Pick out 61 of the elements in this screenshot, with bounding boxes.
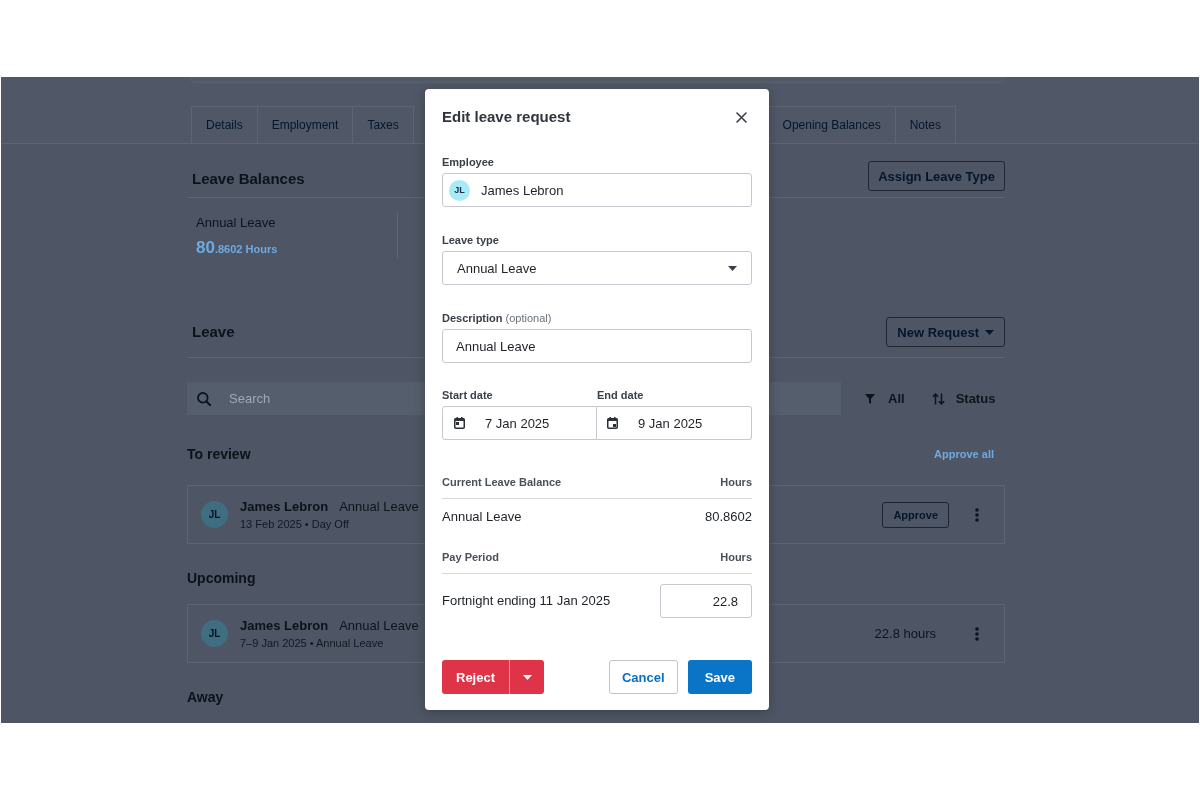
section-title: Leave	[192, 323, 235, 341]
employee-name: James Lebron	[240, 617, 329, 634]
leave-type: Annual Leave	[339, 617, 419, 634]
caret-icon	[728, 265, 737, 271]
reject-options-button[interactable]	[509, 660, 545, 694]
tab[interactable]: Notes	[894, 106, 956, 143]
column-header: Current Leave Balance	[442, 475, 562, 489]
balance-amount: 80.8602 Hours	[196, 238, 279, 259]
approve-button[interactable]: Approve	[882, 501, 949, 528]
leave-type: Annual Leave	[339, 498, 419, 515]
field-label: Start date	[442, 388, 494, 402]
kebab-icon[interactable]	[975, 626, 979, 641]
tab[interactable]: Details	[191, 106, 258, 143]
section-title: Leave Balances	[192, 169, 305, 188]
leave-detail: 7–9 Jan 2025 • Annual Leave	[240, 635, 385, 650]
approve-all-link[interactable]: Approve all	[934, 448, 994, 460]
field-label: End date	[597, 388, 645, 402]
avatar: JL	[201, 620, 228, 647]
field-label: Description (optional)	[442, 311, 553, 325]
sort-button[interactable]: Status	[931, 391, 996, 406]
hours-input[interactable]: 22.8	[660, 584, 752, 618]
column-header: Hours	[720, 550, 752, 564]
kebab-icon[interactable]	[975, 507, 979, 522]
table-cell: Fortnight ending 11 Jan 2025	[442, 593, 611, 609]
tab[interactable]: Taxes	[352, 106, 414, 143]
field-label: Leave type	[442, 233, 500, 247]
avatar: JL	[201, 501, 228, 528]
sort-icon	[931, 392, 945, 405]
table-cell: Annual Leave	[442, 509, 522, 525]
dialog-title: Edit leave request	[442, 107, 571, 127]
avatar: JL	[449, 179, 470, 201]
employee-field[interactable]: JL James Lebron	[442, 173, 752, 207]
leave-type-select[interactable]: Annual Leave	[442, 251, 752, 285]
search-icon	[197, 392, 211, 406]
description-input[interactable]: Annual Leave	[442, 329, 752, 363]
section-title: To review	[187, 445, 251, 463]
balance-label: Annual Leave	[196, 215, 277, 231]
leave-hours: 22.8 hours	[874, 626, 936, 641]
cancel-button[interactable]: Cancel	[609, 660, 678, 694]
section-title: Away	[187, 688, 224, 706]
table-cell: 80.8602	[705, 509, 752, 525]
assign-leave-type-button[interactable]: Assign Leave Type	[868, 161, 1005, 191]
start-date-field[interactable]: 7 Jan 2025	[442, 406, 597, 440]
section-title: Upcoming	[187, 569, 256, 587]
filter-button[interactable]: All	[865, 391, 905, 406]
caret-icon	[985, 329, 994, 335]
end-date-field[interactable]: 9 Jan 2025	[597, 406, 752, 440]
column-header: Pay Period	[442, 550, 499, 564]
caret-icon	[522, 674, 532, 680]
funnel-icon	[865, 393, 875, 404]
employee-name: James Lebron	[240, 498, 329, 515]
close-button[interactable]	[736, 111, 747, 123]
column-header: Hours	[720, 475, 752, 489]
leave-detail: 13 Feb 2025 • Day Off	[240, 516, 350, 531]
close-icon	[736, 111, 747, 123]
calendar-icon	[607, 417, 618, 429]
field-label: Employee	[442, 155, 495, 169]
calendar-icon	[454, 417, 465, 429]
new-request-button[interactable]: New Request	[886, 317, 1005, 347]
reject-button[interactable]: Reject	[442, 660, 510, 694]
save-button[interactable]: Save	[687, 660, 752, 694]
